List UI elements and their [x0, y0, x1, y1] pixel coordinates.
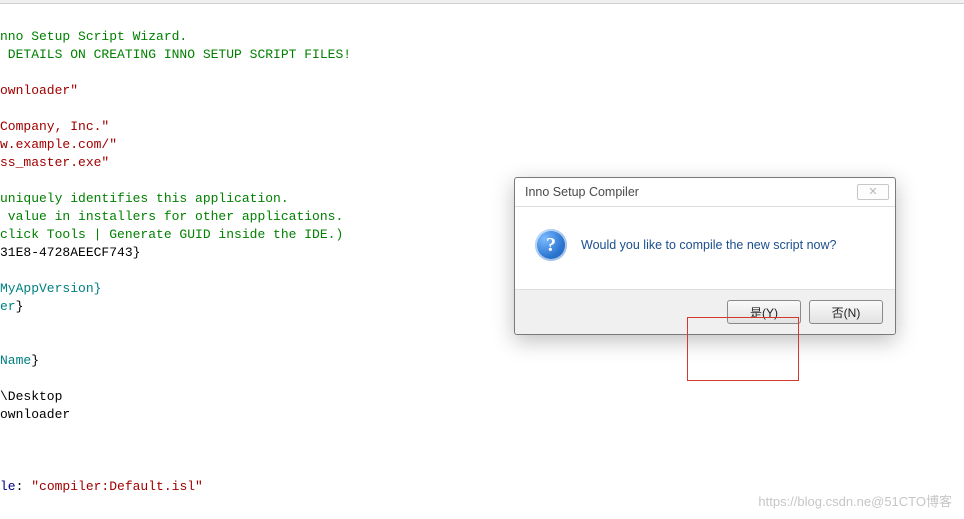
dialog-titlebar[interactable]: Inno Setup Compiler ✕ — [515, 178, 895, 206]
close-icon: ✕ — [868, 183, 877, 201]
code-comment: uniquely identifies this application. — [0, 191, 289, 206]
code-variable: er — [0, 299, 16, 314]
code-text: \Desktop — [0, 389, 62, 404]
code-string: "compiler:Default.isl" — [31, 479, 203, 494]
code-variable: Name — [0, 353, 31, 368]
code-string: w.example.com/" — [0, 137, 117, 152]
code-brace: } — [31, 353, 39, 368]
dialog-message: Would you like to compile the new script… — [581, 236, 836, 254]
question-icon: ? — [535, 229, 567, 261]
code-brace: } — [16, 299, 24, 314]
dialog-title: Inno Setup Compiler — [525, 183, 639, 201]
dialog-button-row: 是(Y) 否(N) — [515, 289, 895, 334]
editor-toolbar-divider — [0, 0, 964, 4]
code-variable: MyAppVersion} — [0, 281, 101, 296]
code-separator: : — [16, 479, 32, 494]
close-button[interactable]: ✕ — [857, 184, 889, 200]
code-keyword: le — [0, 479, 16, 494]
dialog-body: ? Would you like to compile the new scri… — [515, 206, 895, 289]
compile-prompt-dialog: Inno Setup Compiler ✕ ? Would you like t… — [514, 177, 896, 335]
no-button[interactable]: 否(N) — [809, 300, 883, 324]
code-string: ss_master.exe" — [0, 155, 109, 170]
code-text: 31E8-4728AEECF743} — [0, 245, 140, 260]
question-icon-glyph: ? — [535, 229, 567, 261]
code-comment: nno Setup Script Wizard. — [0, 29, 187, 44]
code-comment: DETAILS ON CREATING INNO SETUP SCRIPT FI… — [0, 47, 351, 62]
code-comment: value in installers for other applicatio… — [0, 209, 343, 224]
code-text: ownloader — [0, 407, 70, 422]
code-string: Company, Inc." — [0, 119, 109, 134]
code-editor-viewport: nno Setup Script Wizard. DETAILS ON CREA… — [0, 10, 351, 496]
yes-button[interactable]: 是(Y) — [727, 300, 801, 324]
watermark-text: https://blog.csdn.ne@51CTO博客 — [758, 493, 952, 511]
code-comment: click Tools | Generate GUID inside the I… — [0, 227, 343, 242]
code-string: ownloader" — [0, 83, 78, 98]
